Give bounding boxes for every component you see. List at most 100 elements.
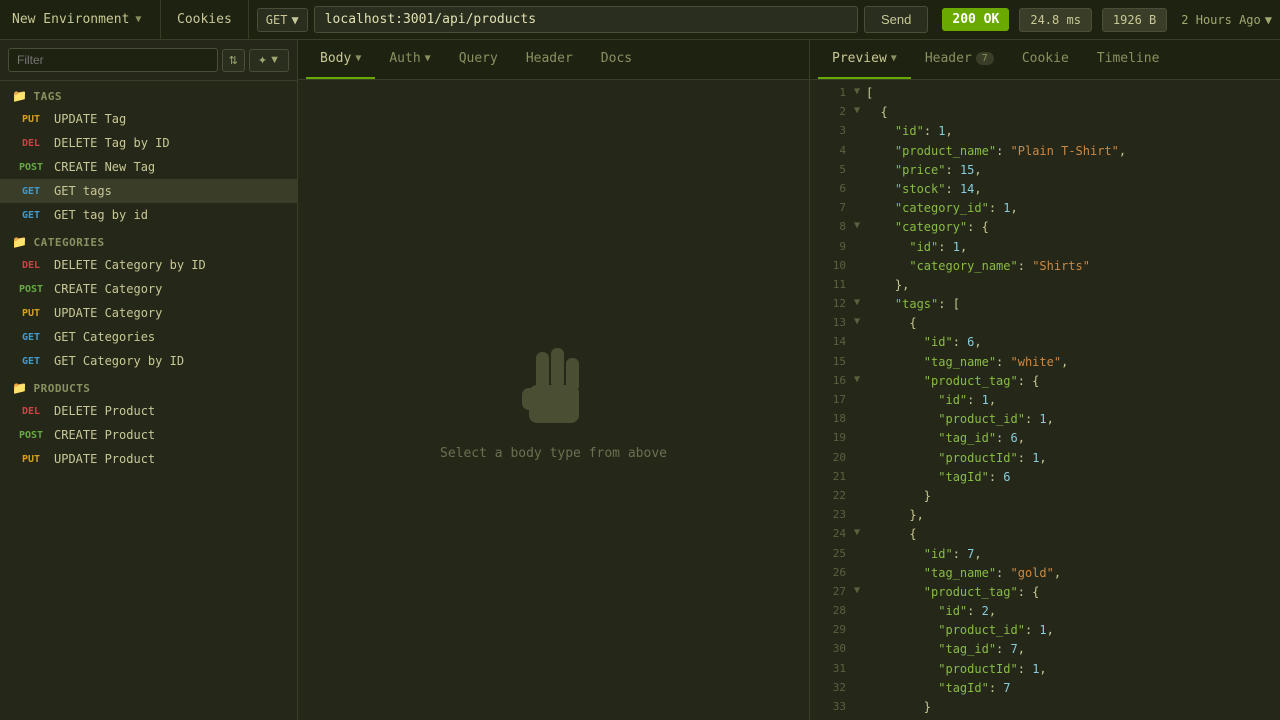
- list-item[interactable]: DEL DELETE Product: [0, 399, 297, 423]
- json-content: "tag_name": "gold",: [866, 564, 1272, 583]
- list-item[interactable]: GET GET tags: [0, 179, 297, 203]
- env-caret-icon: ▼: [135, 14, 141, 25]
- list-item[interactable]: DEL DELETE Tag by ID: [0, 131, 297, 155]
- tab-query[interactable]: Query: [445, 40, 512, 79]
- list-item[interactable]: GET GET Categories: [0, 325, 297, 349]
- line-number: 20: [818, 449, 846, 467]
- filter-input[interactable]: [8, 48, 218, 72]
- json-content: },: [866, 276, 1272, 295]
- method-post-tag: POST: [16, 430, 46, 441]
- line-number: 31: [818, 660, 846, 678]
- status-badge: 200 OK: [942, 8, 1009, 31]
- section-tags-label: TAGS: [33, 90, 62, 103]
- json-line: 26 "tag_name": "gold",: [810, 564, 1280, 583]
- item-label: CREATE Product: [54, 428, 155, 442]
- sidebar: ⇅ ✦ ▼ 📁 TAGS PUT UPDATE Tag DEL DELETE T…: [0, 40, 298, 720]
- method-post-tag: POST: [16, 162, 46, 173]
- json-line: 22 }: [810, 487, 1280, 506]
- list-item[interactable]: GET GET Category by ID: [0, 349, 297, 373]
- body-caret-icon: ▼: [355, 53, 361, 64]
- tab-auth[interactable]: Auth ▼: [375, 40, 444, 79]
- line-number: 29: [818, 621, 846, 639]
- tab-cookie[interactable]: Cookie: [1008, 40, 1083, 79]
- method-get-tag: GET: [16, 186, 46, 197]
- line-number: 33: [818, 698, 846, 716]
- tab-body[interactable]: Body ▼: [306, 40, 375, 79]
- list-item[interactable]: PUT UPDATE Category: [0, 301, 297, 325]
- item-label: UPDATE Category: [54, 306, 162, 320]
- expand-icon[interactable]: ▼: [854, 525, 864, 541]
- json-content: },: [866, 506, 1272, 525]
- json-content: [: [866, 84, 1272, 103]
- list-item[interactable]: POST CREATE Category: [0, 277, 297, 301]
- section-products-label: PRODUCTS: [33, 382, 90, 395]
- item-label: GET tag by id: [54, 208, 148, 222]
- list-item[interactable]: POST CREATE Product: [0, 423, 297, 447]
- expand-icon[interactable]: ▼: [854, 84, 864, 100]
- cookies-button[interactable]: Cookies: [161, 0, 249, 39]
- line-number: 28: [818, 602, 846, 620]
- json-content: {: [866, 314, 1272, 333]
- method-selector[interactable]: GET ▼: [257, 8, 308, 32]
- env-selector[interactable]: New Environment ▼: [0, 0, 161, 39]
- body-placeholder-text: Select a body type from above: [440, 446, 667, 461]
- url-input[interactable]: [314, 6, 858, 33]
- json-line: 28 "id": 2,: [810, 602, 1280, 621]
- sort-button[interactable]: ⇅: [222, 49, 245, 72]
- method-get-tag: GET: [16, 356, 46, 367]
- line-number: 22: [818, 487, 846, 505]
- json-line: 14 "id": 6,: [810, 333, 1280, 352]
- method-put-tag: PUT: [16, 454, 46, 465]
- json-line: 10 "category_name": "Shirts": [810, 257, 1280, 276]
- request-body: Select a body type from above: [298, 80, 809, 720]
- json-line: 7 "category_id": 1,: [810, 199, 1280, 218]
- request-panel: Body ▼ Auth ▼ Query Header Docs: [298, 40, 810, 720]
- json-content: {: [866, 525, 1272, 544]
- tab-preview[interactable]: Preview ▼: [818, 40, 911, 79]
- list-item[interactable]: GET GET tag by id: [0, 203, 297, 227]
- json-line: 16▼ "product_tag": {: [810, 372, 1280, 391]
- line-number: 13: [818, 314, 846, 332]
- list-item[interactable]: DEL DELETE Category by ID: [0, 253, 297, 277]
- tab-docs[interactable]: Docs: [587, 40, 646, 79]
- line-number: 2: [818, 103, 846, 121]
- add-caret-icon: ▼: [269, 54, 280, 66]
- item-label: GET tags: [54, 184, 112, 198]
- json-content: "product_name": "Plain T-Shirt",: [866, 142, 1272, 161]
- json-content: "stock": 14,: [866, 180, 1272, 199]
- method-put-tag: PUT: [16, 308, 46, 319]
- item-label: DELETE Product: [54, 404, 155, 418]
- response-time-badge: 24.8 ms: [1019, 8, 1092, 32]
- expand-icon[interactable]: ▼: [854, 295, 864, 311]
- method-del-tag: DEL: [16, 138, 46, 149]
- tab-timeline[interactable]: Timeline: [1083, 40, 1174, 79]
- tab-resp-header[interactable]: Header 7: [911, 40, 1008, 79]
- json-content: "id": 6,: [866, 333, 1272, 352]
- section-categories-label: CATEGORIES: [33, 236, 104, 249]
- list-item[interactable]: PUT UPDATE Product: [0, 447, 297, 471]
- list-item[interactable]: PUT UPDATE Tag: [0, 107, 297, 131]
- json-line: 12▼ "tags": [: [810, 295, 1280, 314]
- expand-icon[interactable]: ▼: [854, 218, 864, 234]
- line-number: 26: [818, 564, 846, 582]
- json-content: }: [866, 487, 1272, 506]
- list-item[interactable]: POST CREATE New Tag: [0, 155, 297, 179]
- add-button[interactable]: ✦ ▼: [249, 49, 289, 72]
- expand-icon[interactable]: ▼: [854, 314, 864, 330]
- folder-icon: 📁: [12, 381, 27, 395]
- add-icon: ✦: [258, 54, 267, 67]
- line-number: 9: [818, 238, 846, 256]
- json-line: 33 }: [810, 698, 1280, 717]
- expand-icon[interactable]: ▼: [854, 372, 864, 388]
- send-button[interactable]: Send: [864, 6, 928, 33]
- json-line: 21 "tagId": 6: [810, 468, 1280, 487]
- expand-icon[interactable]: ▼: [854, 103, 864, 119]
- json-content: "tags": [: [866, 295, 1272, 314]
- line-number: 16: [818, 372, 846, 390]
- tab-header[interactable]: Header: [512, 40, 587, 79]
- expand-icon[interactable]: ▼: [854, 583, 864, 599]
- method-label: GET: [266, 13, 288, 27]
- line-number: 23: [818, 506, 846, 524]
- line-number: 18: [818, 410, 846, 428]
- json-line: 3 "id": 1,: [810, 122, 1280, 141]
